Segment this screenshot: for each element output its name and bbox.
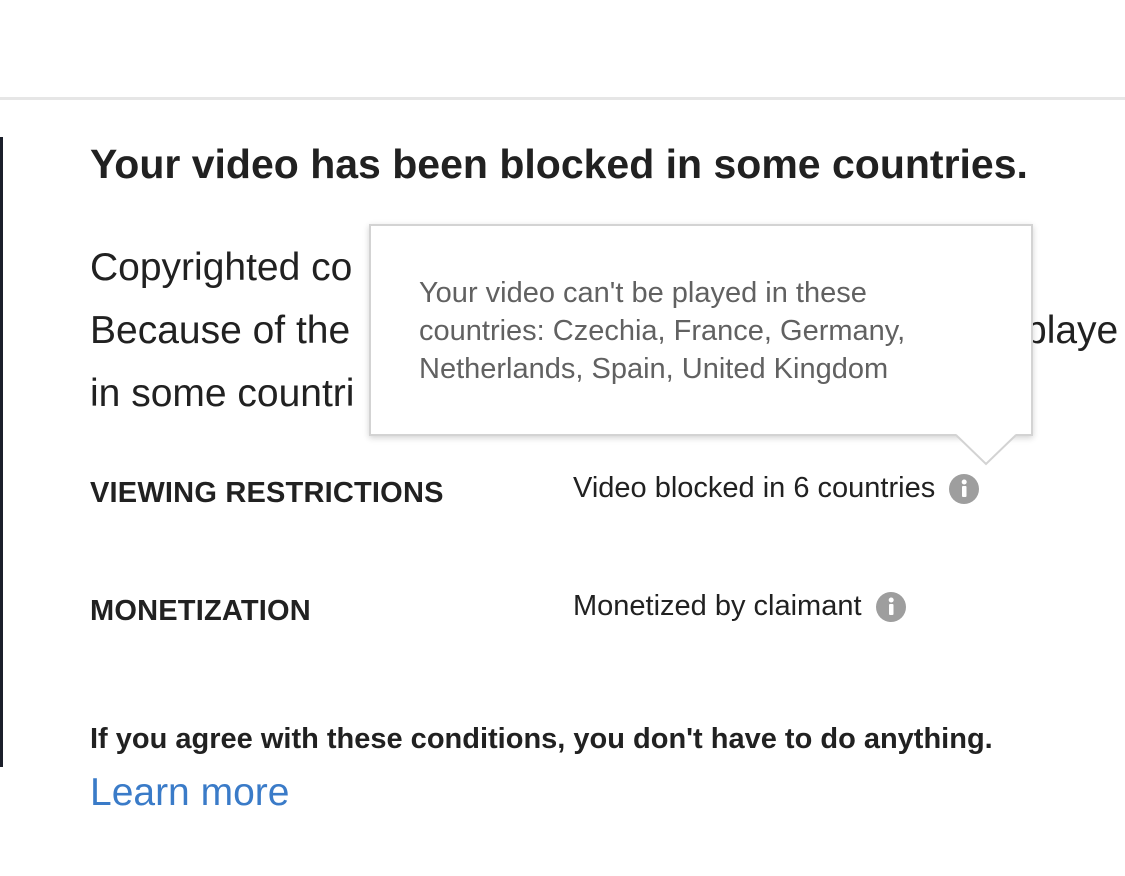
- info-icon[interactable]: [949, 473, 980, 504]
- left-edge-panel: [0, 137, 3, 767]
- monetization-text: Monetized by claimant: [573, 590, 862, 622]
- top-divider: [0, 97, 1125, 100]
- monetization-value: Monetized by claimant: [573, 590, 906, 623]
- agree-conditions-text: If you agree with these conditions, you …: [90, 723, 993, 755]
- notice-title: Your video has been blocked in some coun…: [90, 141, 1028, 187]
- notice-body-line-2-tail: playe: [1025, 309, 1119, 352]
- learn-more-link[interactable]: Learn more: [90, 771, 289, 815]
- tooltip-arrow: [956, 434, 1016, 466]
- viewing-restrictions-value: Video blocked in 6 countries: [573, 472, 980, 505]
- monetization-label: MONETIZATION: [90, 595, 311, 627]
- info-icon[interactable]: [875, 591, 906, 622]
- notice-body-line-2-start: Because of the: [90, 309, 351, 352]
- blocked-countries-tooltip: Your video can't be played in these coun…: [369, 224, 1033, 436]
- tooltip-text: Your video can't be played in these coun…: [419, 277, 906, 385]
- viewing-restrictions-label: VIEWING RESTRICTIONS: [90, 477, 444, 509]
- viewing-restrictions-text: Video blocked in 6 countries: [573, 472, 936, 504]
